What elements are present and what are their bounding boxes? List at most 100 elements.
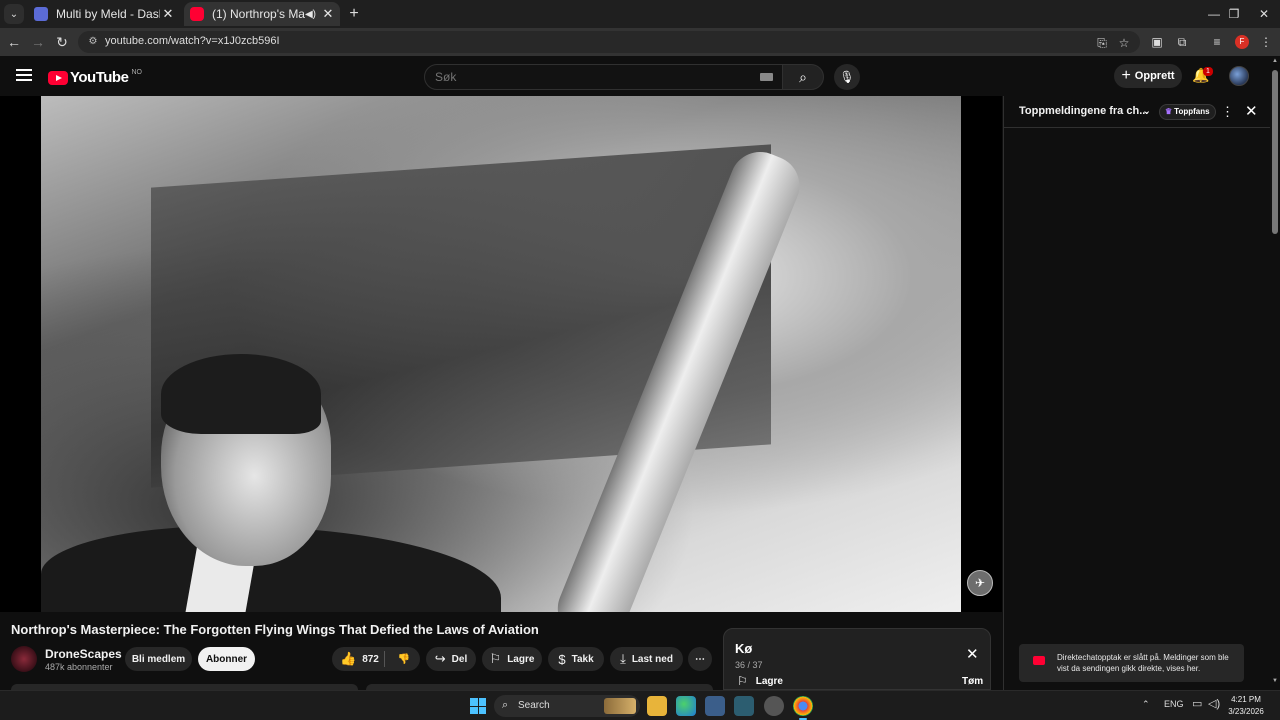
chat-replay-notice: Direktechatopptak er slått på. Meldinger…	[1019, 644, 1244, 682]
new-tab-button[interactable]: +	[344, 4, 364, 24]
taskbar-clock[interactable]: 4:21 PM 3/23/2026	[1224, 694, 1268, 718]
app-icon[interactable]	[764, 696, 784, 716]
subscriber-count: 487k abonnenter	[45, 662, 113, 672]
search-button[interactable]: ⌕	[782, 64, 824, 90]
thumbs-up-icon: 👍	[340, 651, 357, 666]
video-player[interactable]	[0, 96, 1002, 612]
queue-save-button[interactable]: ⚐ Lagre	[737, 674, 783, 688]
youtube-logo[interactable]: YouTube NO	[48, 69, 142, 86]
youtube-masthead: YouTube NO	[0, 56, 1270, 96]
more-vertical-icon[interactable]: ⋮	[1221, 104, 1234, 120]
bookmark-star-icon[interactable]: ☆	[1116, 35, 1132, 51]
video-frame[interactable]	[41, 96, 961, 612]
channel-name[interactable]: DroneScapes	[45, 647, 122, 661]
top-fans-badge[interactable]: ♛ Toppfans	[1159, 104, 1216, 120]
browser-tab-meld[interactable]: Multi by Meld - Dashboard. ✕	[28, 2, 180, 26]
account-avatar[interactable]	[1229, 66, 1249, 86]
clock-date: 3/23/2026	[1228, 707, 1264, 716]
share-arrow-icon: ↪	[434, 651, 446, 666]
browser-tab-youtube[interactable]: (1) Northrop's Masterpiece: ◀) ✕	[184, 2, 340, 26]
windows-start-icon[interactable]	[470, 698, 486, 714]
bookmark-icon: ⚐	[737, 674, 748, 688]
volume-icon[interactable]: ◁)	[1208, 697, 1220, 710]
browser-tab-strip: ⌄ Multi by Meld - Dashboard. ✕ (1) North…	[0, 0, 1280, 28]
queue-save-label: Lagre	[755, 675, 783, 687]
meld-favicon-icon	[34, 7, 48, 21]
taskbar-search-label: Search	[518, 700, 550, 711]
scroll-up-icon[interactable]: ▲	[1272, 58, 1278, 64]
windows-taskbar: ⌕ Search ⌃ ENG ▭ ◁) 4:21 PM 3/23/2026	[0, 690, 1280, 720]
thumbs-down-icon: 👎	[397, 653, 411, 665]
subscribe-button[interactable]: Abonner	[198, 647, 255, 671]
hamburger-menu-icon[interactable]	[14, 66, 34, 86]
plus-icon: +	[1121, 67, 1131, 84]
search-input[interactable]	[425, 65, 785, 89]
url-text[interactable]: youtube.com/watch?v=x1J0zcb596I	[105, 35, 280, 47]
edge-browser-icon[interactable]	[676, 696, 696, 716]
thanks-label: Takk	[571, 653, 594, 665]
install-app-icon[interactable]: ⎘	[1094, 35, 1110, 51]
file-explorer-icon[interactable]	[647, 696, 667, 716]
country-code: NO	[131, 69, 142, 76]
chat-mode-title[interactable]: Toppmeldingene fra ch...	[1019, 105, 1148, 117]
scroll-down-icon[interactable]: ▼	[1272, 678, 1278, 684]
queue-position: 36 / 37	[735, 660, 763, 670]
window-close-icon[interactable]: ✕	[1244, 0, 1280, 28]
address-bar[interactable]: ⚙ youtube.com/watch?v=x1J0zcb596I ⎘ ☆	[78, 31, 1140, 53]
browser-toolbar: ← → ↻ ⚙ youtube.com/watch?v=x1J0zcb596I …	[0, 28, 1280, 56]
search-box[interactable]	[424, 64, 786, 90]
media-control-icon[interactable]: ≡	[1209, 34, 1225, 50]
bookmark-icon: ⚐	[489, 651, 502, 666]
browser-menu-icon[interactable]: ⋮	[1258, 34, 1274, 50]
crown-icon: ♛	[1165, 107, 1173, 116]
chevron-down-icon[interactable]: ⌄	[1142, 104, 1151, 117]
forward-arrow-icon[interactable]: →	[28, 32, 48, 52]
profile-avatar[interactable]: F	[1235, 35, 1249, 49]
tab-title: Multi by Meld - Dashboard.	[56, 7, 160, 21]
download-label: Last ned	[631, 653, 673, 665]
queue-panel: Kø 36 / 37 ✕ ⚐ Lagre Tøm	[723, 628, 991, 690]
tab-close-icon[interactable]: ✕	[320, 6, 336, 22]
extensions-puzzle-icon[interactable]: ⧉	[1174, 34, 1190, 50]
logo-wordmark: YouTube	[70, 69, 129, 86]
save-button[interactable]: ⚐ Lagre	[482, 647, 542, 671]
join-button[interactable]: Bli medlem	[125, 647, 192, 671]
voice-search-button[interactable]: 🎙	[834, 64, 860, 90]
tray-overflow-icon[interactable]: ⌃	[1142, 699, 1150, 710]
top-fans-label: Toppfans	[1174, 107, 1210, 116]
dislike-button[interactable]: 👎	[390, 647, 418, 671]
reload-icon[interactable]: ↻	[52, 32, 72, 52]
taskbar-search[interactable]: ⌕ Search	[494, 695, 640, 717]
queue-clear-button[interactable]: Tøm	[962, 676, 983, 687]
back-arrow-icon[interactable]: ←	[4, 32, 24, 52]
app-icon[interactable]	[705, 696, 725, 716]
app-icon[interactable]	[734, 696, 754, 716]
notification-badge: 1	[1203, 67, 1213, 76]
more-horizontal-icon: ⋯	[695, 653, 705, 665]
queue-close-icon[interactable]: ✕	[966, 645, 979, 663]
share-button[interactable]: ↪ Del	[426, 647, 476, 671]
page-scrollbar[interactable]: ▲ ▼	[1270, 56, 1280, 690]
save-label: Lagre	[507, 653, 535, 665]
thanks-button[interactable]: $ Takk	[548, 647, 604, 671]
site-info-icon[interactable]: ⚙	[86, 35, 100, 49]
tab-title: (1) Northrop's Masterpiece:	[212, 7, 305, 21]
extension-icon[interactable]: ▣	[1149, 34, 1165, 50]
more-actions-button[interactable]: ⋯	[688, 647, 712, 671]
chrome-browser-icon[interactable]	[793, 696, 813, 720]
create-button[interactable]: + Opprett	[1114, 64, 1182, 88]
chat-close-icon[interactable]: ✕	[1245, 102, 1258, 120]
scrollbar-thumb[interactable]	[1272, 70, 1278, 234]
channel-avatar[interactable]	[11, 646, 37, 672]
tab-close-icon[interactable]: ✕	[160, 6, 176, 22]
keyboard-icon[interactable]	[760, 73, 773, 81]
like-divider	[384, 651, 385, 667]
channel-watermark-icon[interactable]: ✈	[967, 570, 993, 596]
search-highlight-image	[604, 698, 636, 714]
audio-playing-icon[interactable]: ◀)	[305, 9, 316, 20]
tab-search-icon[interactable]: ⌄	[4, 4, 24, 24]
download-button[interactable]: ⤓ Last ned	[610, 647, 683, 671]
language-indicator[interactable]: ENG	[1164, 699, 1184, 709]
super-thanks-icon: $	[558, 651, 566, 667]
network-icon[interactable]: ▭	[1192, 697, 1202, 710]
